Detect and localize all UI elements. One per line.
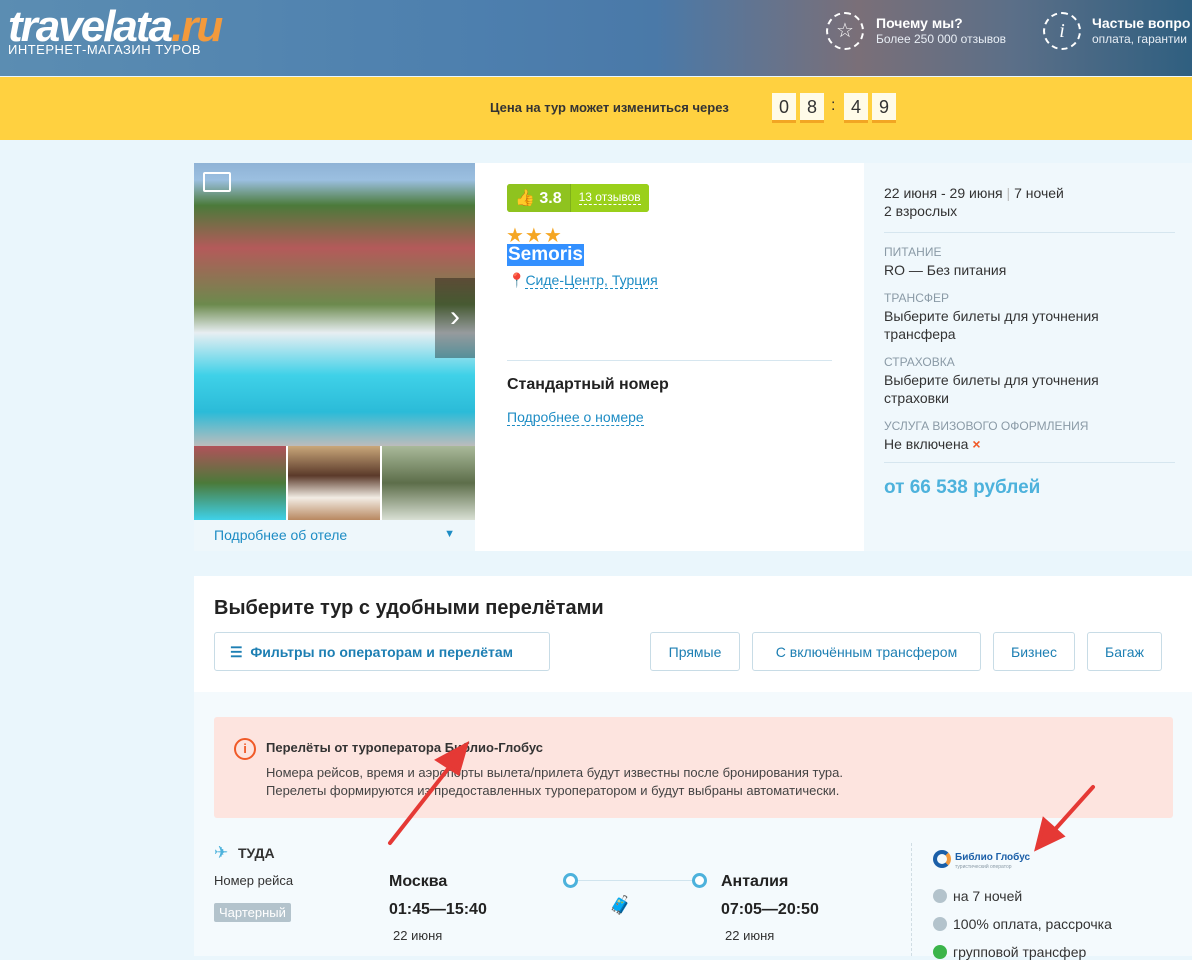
annotation-arrows [388, 741, 1095, 852]
annotation-arrow [1048, 785, 1095, 837]
annotation-arrow [388, 758, 457, 845]
arrow-head [434, 741, 470, 777]
